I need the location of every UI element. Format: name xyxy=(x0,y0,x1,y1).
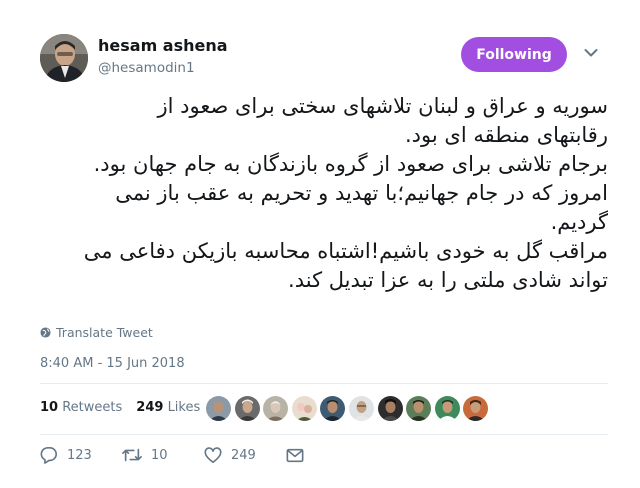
reply-button[interactable]: 123 xyxy=(40,446,122,464)
retweet-button[interactable]: 10 xyxy=(122,446,204,464)
liker-avatar[interactable] xyxy=(406,396,432,421)
retweet-count: 10 xyxy=(151,447,168,463)
likes-count: 249 xyxy=(136,400,164,415)
tweet-line: سوریه و عراق و لبنان تلاشهای سختی برای ص… xyxy=(157,94,608,118)
liker-avatar[interactable] xyxy=(206,396,231,421)
retweet-icon xyxy=(122,448,142,462)
liker-avatar[interactable] xyxy=(348,396,374,421)
tweet-line: تواند شادی ملتی را به عزا تبدیل کند. xyxy=(288,268,608,292)
likes-stat[interactable]: 249 Likes xyxy=(136,400,200,415)
direct-message-button[interactable] xyxy=(286,448,304,463)
tweet-line: مراقب گل به خودی باشیم!اشتباه محاسبه باز… xyxy=(83,239,608,263)
liker-avatar[interactable] xyxy=(434,396,460,421)
liker-avatar[interactable] xyxy=(234,396,260,421)
likes-label: Likes xyxy=(167,400,201,415)
divider xyxy=(40,434,608,435)
tweet-actions: 123 10 249 xyxy=(40,446,304,464)
reply-count: 123 xyxy=(67,447,92,463)
liker-avatar[interactable] xyxy=(320,396,346,421)
following-button[interactable]: Following xyxy=(461,37,567,72)
translate-tweet-link[interactable]: Translate Tweet xyxy=(40,325,153,340)
heart-icon xyxy=(204,446,222,463)
retweets-stat[interactable]: 10 Retweets xyxy=(40,400,122,415)
tweet-text: سوریه و عراق و لبنان تلاشهای سختی برای ص… xyxy=(40,92,608,295)
tweet-line: رقابتهای منطقه ای بود. xyxy=(405,123,608,147)
liker-avatar[interactable] xyxy=(263,396,289,421)
user-handle[interactable]: @hesamodin1 xyxy=(98,60,195,76)
like-button[interactable]: 249 xyxy=(204,446,286,464)
likers-avatars xyxy=(206,396,489,421)
chevron-down-icon[interactable] xyxy=(584,48,598,58)
liker-avatar[interactable] xyxy=(377,396,403,421)
reply-icon xyxy=(40,446,58,464)
user-avatar[interactable] xyxy=(40,34,88,82)
globe-icon xyxy=(40,327,51,338)
user-display-name[interactable]: hesam ashena xyxy=(98,36,228,55)
envelope-icon xyxy=(286,448,304,462)
translate-tweet-label: Translate Tweet xyxy=(56,325,153,340)
retweets-label: Retweets xyxy=(62,400,123,415)
liker-avatar[interactable] xyxy=(291,396,317,421)
divider xyxy=(40,383,608,384)
tweet-line: گردیم. xyxy=(550,210,608,234)
like-count: 249 xyxy=(231,447,256,463)
retweets-count: 10 xyxy=(40,400,59,415)
tweet-stats: 10 Retweets 249 Likes xyxy=(40,400,200,415)
tweet-line: برجام تلاشی برای صعود از گروه بازندگان ب… xyxy=(93,152,608,176)
tweet-timestamp[interactable]: 8:40 AM - 15 Jun 2018 xyxy=(40,356,185,371)
tweet-line: امروز که در جام جهانیم؛با تهدید و تحریم … xyxy=(115,181,608,205)
liker-avatar[interactable] xyxy=(463,396,489,421)
